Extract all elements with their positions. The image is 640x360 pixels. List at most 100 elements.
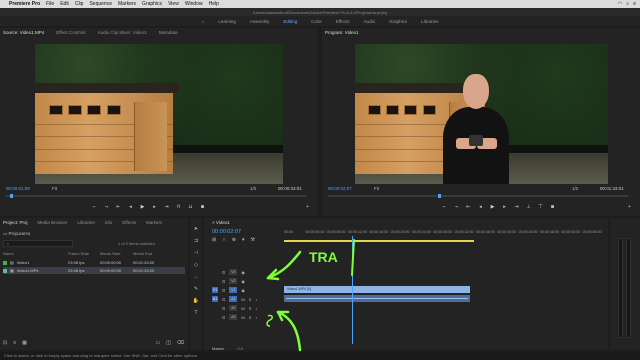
- project-item-row[interactable]: ▤ Video1 23.98 fps 00:00:00:00 00:01:33:0…: [3, 259, 185, 266]
- video-clip-v1[interactable]: Video1.MP4 [V]: [284, 286, 470, 293]
- mark-in-icon[interactable]: ⌐: [92, 204, 97, 210]
- hand-tool-icon[interactable]: ✋: [193, 298, 199, 304]
- tab-libraries[interactable]: Libraries: [78, 220, 95, 225]
- workspace-audio[interactable]: Audio: [364, 19, 376, 24]
- program-playhead[interactable]: [438, 194, 441, 198]
- step-forward-icon[interactable]: ▸: [502, 204, 507, 210]
- eye-icon[interactable]: ◉: [241, 288, 245, 293]
- workspace-learning[interactable]: Learning: [218, 19, 236, 24]
- go-to-out-icon[interactable]: ⇥: [164, 204, 169, 210]
- source-resolution-select[interactable]: 1/2: [250, 186, 256, 191]
- menu-clip[interactable]: Clip: [75, 1, 84, 7]
- program-fit-select[interactable]: Fit: [374, 186, 379, 191]
- source-time-ruler[interactable]: [6, 195, 306, 197]
- source-fit-select[interactable]: Fit: [52, 186, 57, 191]
- program-time-ruler[interactable]: [328, 195, 628, 197]
- project-item-row[interactable]: ▦ Video1.MP4 23.98 fps 00:00:00:00 00:01:…: [3, 267, 185, 274]
- eye-icon[interactable]: ◉: [241, 279, 245, 284]
- program-add-button-icon[interactable]: +: [628, 204, 631, 210]
- insert-icon[interactable]: ⊓: [176, 204, 181, 210]
- lock-icon[interactable]: ⊡: [3, 340, 7, 346]
- source-timecode[interactable]: 00:00:01:09: [6, 186, 30, 191]
- workspace-graphics[interactable]: Graphics: [389, 19, 407, 24]
- tab-effect-controls[interactable]: Effect Controls: [56, 30, 85, 35]
- add-marker-icon[interactable]: ▾: [242, 237, 245, 243]
- new-item-icon[interactable]: ◫: [166, 340, 171, 346]
- lock-icon[interactable]: ⊡: [222, 315, 225, 320]
- menu-markers[interactable]: Markers: [118, 1, 136, 7]
- menu-list-icon[interactable]: ≡: [633, 1, 636, 7]
- menu-window[interactable]: Window: [185, 1, 203, 7]
- trash-icon[interactable]: ⌫: [177, 340, 184, 346]
- selection-tool-icon[interactable]: ➤: [194, 226, 198, 232]
- mark-in-icon[interactable]: ⌐: [442, 204, 447, 210]
- step-forward-icon[interactable]: ▸: [152, 204, 157, 210]
- extract-icon[interactable]: ⊤: [538, 204, 543, 210]
- tab-metadata[interactable]: Metadata: [159, 30, 178, 35]
- source-video-frame[interactable]: [35, 44, 283, 184]
- menu-graphics[interactable]: Graphics: [142, 1, 162, 7]
- workspace-color[interactable]: Color: [311, 19, 322, 24]
- microphone-icon[interactable]: ♪: [255, 315, 257, 320]
- timeline-ruler[interactable]: 00:00 00:00:04:00 00:00:08:00 00:00:12:0…: [284, 230, 604, 239]
- timeline-playhead[interactable]: [352, 236, 353, 344]
- lock-icon[interactable]: ⊡: [222, 306, 225, 311]
- workspace-assembly[interactable]: Assembly: [250, 19, 270, 24]
- wrench-icon[interactable]: ⚒: [251, 237, 255, 243]
- workspace-libraries[interactable]: Libraries: [421, 19, 438, 24]
- list-view-icon[interactable]: ≡: [13, 340, 16, 346]
- source-add-button-icon[interactable]: +: [306, 204, 309, 210]
- menu-sequence[interactable]: Sequence: [89, 1, 112, 7]
- tab-media-browser[interactable]: Media Browser: [38, 220, 68, 225]
- source-patch-a1[interactable]: A1: [212, 296, 218, 302]
- menu-view[interactable]: View: [168, 1, 179, 7]
- column-name[interactable]: Name: [3, 251, 68, 256]
- nest-icon[interactable]: ⊞: [212, 237, 216, 243]
- lock-icon[interactable]: ⊡: [222, 297, 225, 302]
- search-icon[interactable]: ⌕: [626, 1, 629, 7]
- lock-icon[interactable]: ⊡: [222, 279, 225, 284]
- master-volume[interactable]: 0.0: [237, 346, 243, 351]
- export-frame-icon[interactable]: ◙: [200, 204, 205, 210]
- timeline-tab[interactable]: × Video1: [212, 220, 230, 225]
- project-search-input[interactable]: ⌕: [3, 240, 73, 247]
- audio-clip-a1[interactable]: [284, 295, 470, 302]
- eye-icon[interactable]: ◉: [241, 270, 245, 275]
- overwrite-icon[interactable]: ⊔: [188, 204, 193, 210]
- app-name[interactable]: Premiere Pro: [9, 1, 40, 7]
- solo-icon[interactable]: S: [249, 306, 252, 311]
- step-back-icon[interactable]: ◂: [128, 204, 133, 210]
- type-tool-icon[interactable]: T: [194, 310, 197, 316]
- solo-icon[interactable]: S: [249, 315, 252, 320]
- menu-file[interactable]: File: [46, 1, 54, 7]
- column-frame-rate[interactable]: Frame Rate: [68, 251, 100, 256]
- tab-effects[interactable]: Effects: [122, 220, 136, 225]
- play-icon[interactable]: ▶: [140, 204, 145, 210]
- tab-audio-clip-mixer[interactable]: Audio Clip Mixer: Video1: [98, 30, 147, 35]
- timeline-timecode[interactable]: 00:00:02:07: [212, 229, 241, 235]
- column-media-start[interactable]: Media Start: [100, 251, 133, 256]
- program-timecode[interactable]: 00:00:02:07: [328, 186, 352, 191]
- tab-program[interactable]: Program: Video1: [325, 30, 359, 35]
- linked-selection-icon[interactable]: ⊗: [232, 237, 236, 243]
- microphone-icon[interactable]: ♪: [255, 297, 257, 302]
- solo-icon[interactable]: S: [249, 297, 252, 302]
- export-frame-icon[interactable]: ◙: [550, 204, 555, 210]
- source-patch-v1[interactable]: V1: [212, 287, 218, 293]
- mute-icon[interactable]: M: [241, 315, 244, 320]
- lock-icon[interactable]: ⊡: [222, 288, 225, 293]
- menu-edit[interactable]: Edit: [60, 1, 69, 7]
- razor-tool-icon[interactable]: ◇: [194, 262, 198, 268]
- icon-view-icon[interactable]: ▦: [22, 340, 27, 346]
- tab-project[interactable]: Project: Proj: [3, 220, 28, 225]
- snap-icon[interactable]: ∩: [222, 237, 226, 243]
- program-resolution-select[interactable]: 1/2: [572, 186, 578, 191]
- tab-markers[interactable]: Markers: [146, 220, 162, 225]
- close-icon[interactable]: ×: [212, 220, 215, 225]
- go-to-in-icon[interactable]: ⇤: [466, 204, 471, 210]
- menu-help[interactable]: Help: [209, 1, 219, 7]
- tab-source[interactable]: Source: Video1.MP4: [3, 30, 44, 35]
- step-back-icon[interactable]: ◂: [478, 204, 483, 210]
- work-area-bar[interactable]: [284, 240, 474, 242]
- mark-out-icon[interactable]: ¬: [104, 204, 109, 210]
